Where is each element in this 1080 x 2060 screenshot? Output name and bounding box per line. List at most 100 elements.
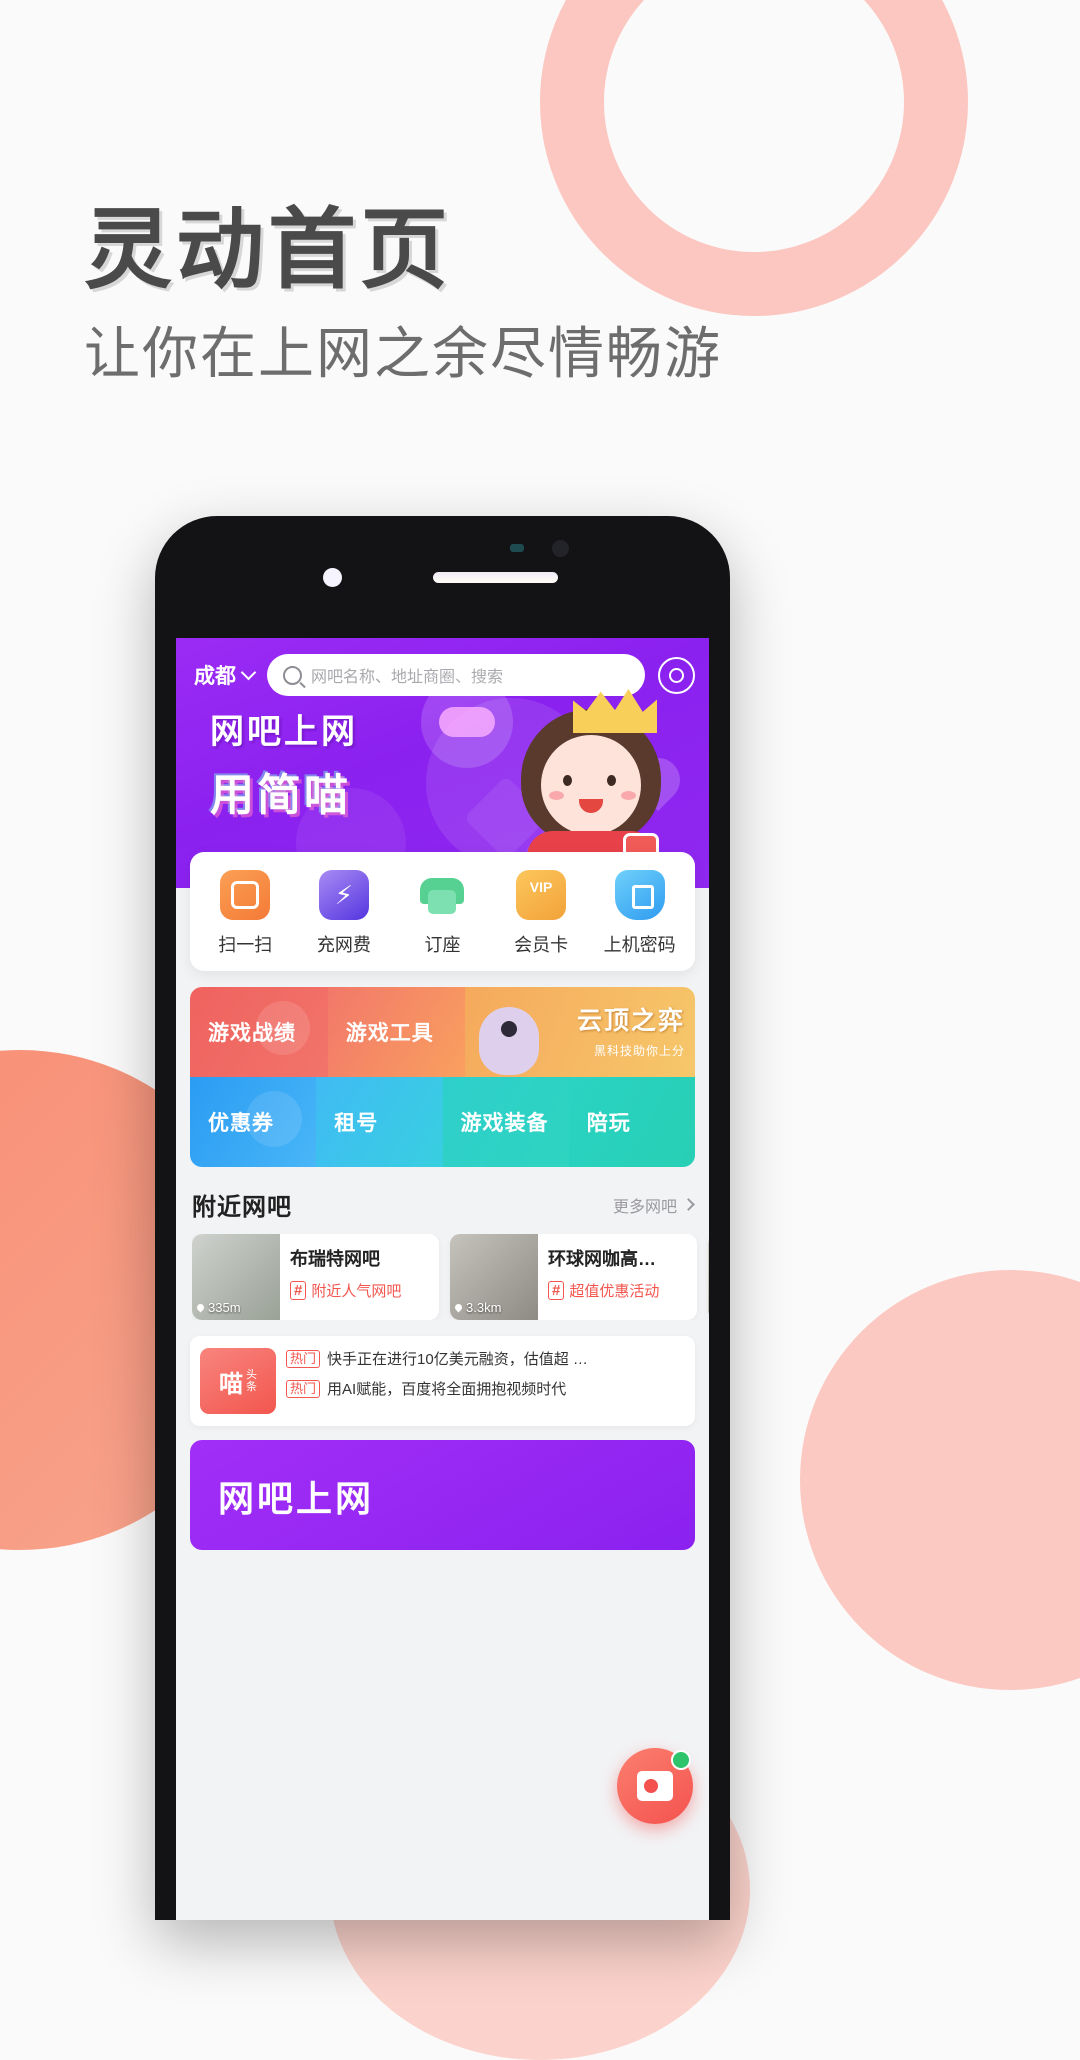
quick-action-label: 上机密码 [603, 935, 676, 955]
light-sensor-icon [552, 540, 569, 557]
phone-bezel [155, 516, 730, 638]
hot-badge: 热门 [286, 1379, 321, 1398]
hash-icon: # [290, 1281, 307, 1300]
chevron-down-icon [240, 664, 257, 681]
quick-action-recharge[interactable]: 充网费 [295, 870, 394, 957]
customer-service-fab[interactable] [617, 1748, 693, 1824]
feature-tile-label: 租号 [334, 1112, 379, 1135]
feature-grid: 游戏战绩 游戏工具 云顶之弈 黑科技助你上分 优惠券 租号 游戏装备 陪玩 [190, 987, 695, 1167]
feature-tile-label: 游戏装备 [460, 1112, 549, 1135]
city-selector[interactable]: 成都 [194, 660, 257, 690]
cafe-card[interactable]: 335m 布瑞特网吧 # 附近人气网吧 [192, 1234, 439, 1320]
feature-tile-account-rent[interactable]: 租号 [316, 1077, 443, 1167]
feature-tile-companion[interactable]: 陪玩 [568, 1077, 695, 1167]
news-text: 快手正在进行10亿美元融资，估值超 … [327, 1351, 588, 1368]
phone-mockup: 成都 网吧名称、地址商圈、搜索 网吧上网 用简喵 扫一扫 ⚡ 充网费 订座 VI… [155, 516, 730, 1920]
map-pin-icon [195, 1302, 206, 1313]
chevron-right-icon [682, 1198, 695, 1211]
service-card-icon [637, 1771, 673, 1801]
cafe-name: 布瑞特网吧 [290, 1249, 380, 1269]
hero-header: 成都 网吧名称、地址商圈、搜索 网吧上网 用简喵 [176, 638, 709, 888]
quick-action-label: 扫一扫 [218, 935, 273, 955]
news-logo-main: 喵 [219, 1370, 243, 1398]
news-item[interactable]: 热门 快手正在进行10亿美元融资，估值超 … [286, 1348, 685, 1369]
feature-tile-text-block: 云顶之弈 黑科技助你上分 [577, 1001, 685, 1059]
cafe-name: 环球网咖高… [548, 1249, 656, 1269]
cafe-info: 环球网咖高… # 超值优惠活动 [538, 1234, 697, 1320]
cafe-card[interactable]: 3.3km 环球网咖高… # 超值优惠活动 [450, 1234, 697, 1320]
online-dot-icon [671, 1750, 691, 1770]
more-cafes-label: 更多网吧 [612, 1198, 677, 1216]
news-item[interactable]: 热门 用AI赋能，百度将全面拥抱视频时代 [286, 1378, 685, 1399]
feature-tile-sublabel: 黑科技助你上分 [594, 1044, 686, 1058]
promo-subtitle: 让你在上网之余尽情畅游 [84, 322, 722, 385]
feature-tile-label: 游戏战绩 [208, 1022, 296, 1045]
quick-action-scan[interactable]: 扫一扫 [196, 870, 295, 957]
cafe-distance-label: 3.3km [466, 1300, 502, 1315]
cafe-distance: 3.3km [453, 1300, 502, 1315]
hero-line-2: 用简喵 [210, 771, 351, 820]
vip-card-icon [516, 870, 567, 920]
feature-tile-label: 优惠券 [208, 1112, 274, 1135]
section-title: 附近网吧 [192, 1194, 292, 1221]
feature-tile-game-tools[interactable]: 游戏工具 [327, 987, 466, 1077]
feature-tile-coupon[interactable]: 优惠券 [190, 1077, 317, 1167]
cafe-tag-label: 附近人气网吧 [311, 1283, 402, 1300]
news-text: 用AI赋能，百度将全面拥抱视频时代 [327, 1381, 567, 1398]
news-card[interactable]: 喵 头 条 热门 快手正在进行10亿美元融资，估值超 … 热门 用AI赋能，百度… [190, 1336, 695, 1426]
front-camera-icon [323, 568, 342, 587]
cafe-thumbnail: 3.3km [450, 1234, 538, 1320]
quick-action-reserve[interactable]: 订座 [393, 870, 492, 957]
cafe-distance-label: 335m [208, 1300, 241, 1315]
cafe-thumbnail: 335m [192, 1234, 280, 1320]
map-pin-icon [453, 1302, 464, 1313]
app-screen: 成都 网吧名称、地址商圈、搜索 网吧上网 用简喵 扫一扫 ⚡ 充网费 订座 VI… [176, 638, 709, 1920]
cafe-tag: # 附近人气网吧 [290, 1280, 431, 1301]
cafe-thumbnail [708, 1234, 709, 1320]
cafe-card[interactable] [708, 1234, 709, 1320]
bottom-banner-text: 网吧上网 [218, 1478, 375, 1519]
hash-icon: # [548, 1281, 565, 1300]
feature-grid-row-2: 优惠券 租号 游戏装备 陪玩 [190, 1077, 695, 1167]
nearby-section-header: 附近网吧 更多网吧 [192, 1187, 695, 1222]
feature-tile-label: 云顶之弈 [577, 1007, 686, 1035]
quick-action-membercard[interactable]: 会员卡 [492, 870, 591, 957]
quick-action-label: 充网费 [316, 935, 371, 955]
hot-badge: 热门 [286, 1349, 321, 1368]
hero-title-block: 网吧上网 用简喵 [210, 704, 358, 823]
city-label: 成都 [194, 665, 236, 688]
feature-grid-row-1: 游戏战绩 游戏工具 云顶之弈 黑科技助你上分 [190, 987, 695, 1077]
armchair-icon [417, 870, 467, 920]
cafe-info: 布瑞特网吧 # 附近人气网吧 [280, 1234, 439, 1320]
crown-icon [573, 689, 657, 733]
news-logo: 喵 头 条 [200, 1348, 276, 1414]
quick-action-password[interactable]: 上机密码 [590, 870, 689, 957]
shield-lock-icon [614, 870, 665, 920]
feature-tile-game-gear[interactable]: 游戏装备 [442, 1077, 569, 1167]
promo-headline-block: 灵动首页 让你在上网之余尽情畅游 [84, 206, 722, 382]
scan-icon [220, 870, 271, 920]
nearby-cafes-list[interactable]: 335m 布瑞特网吧 # 附近人气网吧 3.3km 环球网咖高… # 超值优惠活… [192, 1234, 709, 1320]
hero-line-1: 网吧上网 [210, 713, 358, 751]
cafe-tag-label: 超值优惠活动 [569, 1283, 660, 1300]
feature-tile-label: 陪玩 [586, 1112, 631, 1135]
tft-bird-icon [479, 1007, 540, 1075]
decorative-circle-right [800, 1270, 1080, 1690]
more-cafes-link[interactable]: 更多网吧 [612, 1193, 695, 1217]
bottom-promo-banner[interactable]: 网吧上网 [190, 1440, 695, 1550]
quick-action-label: 订座 [424, 935, 461, 955]
lightning-laptop-icon [318, 870, 369, 920]
feature-tile-tft[interactable]: 云顶之弈 黑科技助你上分 [465, 987, 695, 1077]
search-icon [283, 665, 302, 685]
news-logo-sub: 头 条 [246, 1369, 257, 1393]
feature-tile-label: 游戏工具 [345, 1022, 434, 1045]
quick-action-label: 会员卡 [514, 935, 569, 955]
cafe-tag: # 超值优惠活动 [548, 1280, 689, 1301]
proximity-sensor-icon [510, 544, 524, 552]
news-items: 热门 快手正在进行10亿美元融资，估值超 … 热门 用AI赋能，百度将全面拥抱视… [276, 1348, 685, 1414]
quick-actions-card: 扫一扫 充网费 订座 会员卡 上机密码 [190, 852, 695, 971]
feature-tile-game-score[interactable]: 游戏战绩 [190, 987, 328, 1077]
promo-title: 灵动首页 [84, 200, 453, 299]
cafe-distance: 335m [195, 1300, 241, 1315]
earpiece-speaker [432, 572, 558, 583]
